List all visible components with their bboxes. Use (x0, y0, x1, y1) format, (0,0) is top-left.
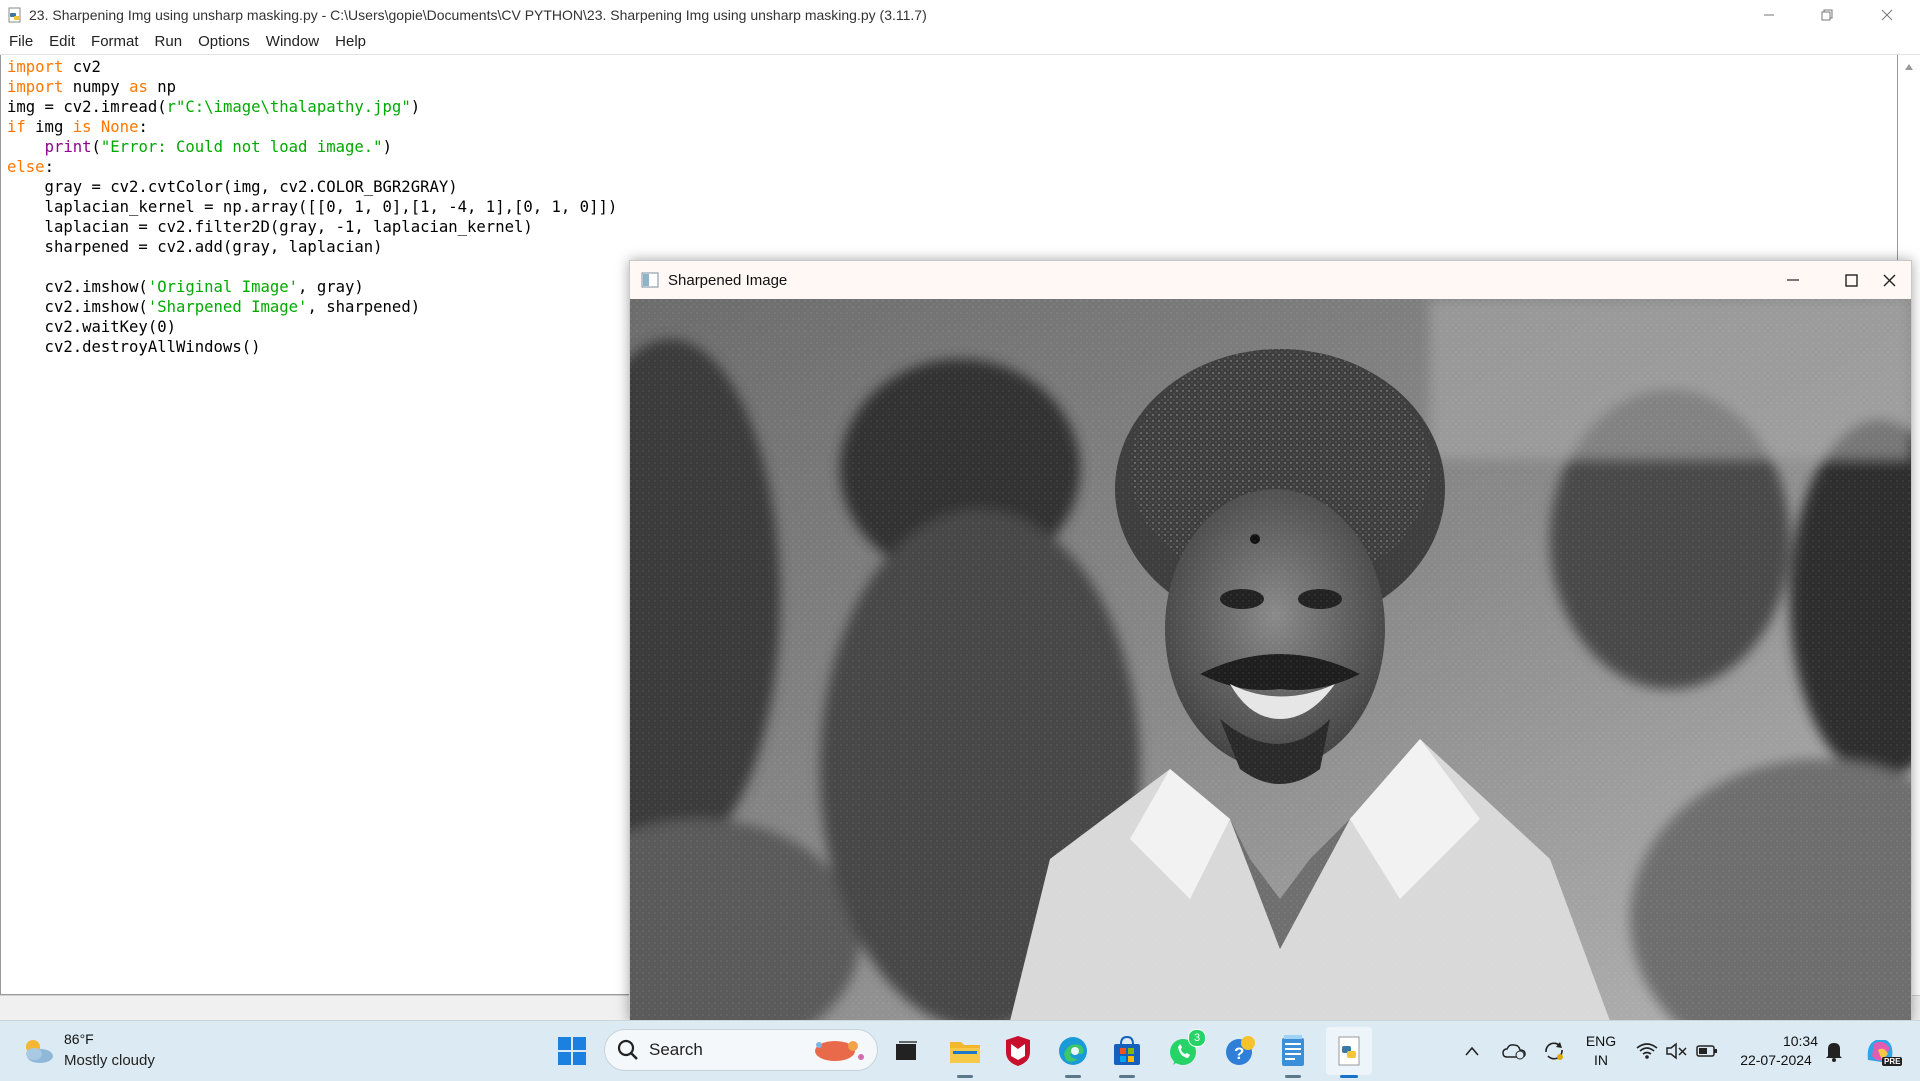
whatsapp-badge: 3 (1188, 1029, 1206, 1047)
microsoft-store-button[interactable] (1108, 1021, 1146, 1081)
onedrive-tray-button[interactable] (1500, 1021, 1528, 1081)
clock-date: 22-07-2024 (1740, 1052, 1812, 1068)
code-line[interactable]: else: (7, 158, 54, 176)
mcafee-shield-icon (1006, 1036, 1030, 1066)
wifi-icon (1636, 1043, 1658, 1059)
search-icon (617, 1039, 638, 1060)
wifi-button[interactable] (1634, 1021, 1660, 1081)
start-button[interactable] (552, 1021, 592, 1081)
speaker-muted-icon (1666, 1042, 1687, 1060)
menu-help[interactable]: Help (327, 33, 374, 50)
refresh-icon (1545, 1042, 1563, 1060)
code-line[interactable]: gray = cv2.cvtColor(img, cv2.COLOR_BGR2G… (7, 178, 458, 196)
menu-run[interactable]: Run (147, 33, 191, 50)
windows-logo-icon (558, 1037, 586, 1065)
photo-illustration (630, 299, 1911, 1021)
code-line[interactable]: cv2.waitKey(0) (7, 318, 176, 336)
task-view-icon (896, 1041, 917, 1060)
cv-titlebar[interactable]: Sharpened Image (630, 261, 1911, 299)
cv-close-button[interactable] (1860, 261, 1911, 299)
clock-time: 10:34 (1782, 1033, 1818, 1049)
code-line[interactable]: cv2.destroyAllWindows() (7, 338, 261, 356)
notepad-button[interactable] (1275, 1021, 1311, 1081)
notifications-button[interactable] (1822, 1021, 1846, 1081)
menu-file[interactable]: File (0, 33, 41, 50)
bell-icon (1826, 1043, 1842, 1062)
store-bag-icon (1114, 1036, 1140, 1065)
python-file-icon (8, 7, 21, 22)
search-placeholder: Search (649, 1040, 703, 1059)
idle-python-button[interactable] (1326, 1027, 1372, 1078)
code-line[interactable]: import cv2 (7, 58, 101, 76)
code-line[interactable]: if img is None: (7, 118, 148, 136)
chevron-up-icon (1465, 1046, 1479, 1056)
get-help-button[interactable]: ? (1220, 1021, 1260, 1081)
weather-widget[interactable] (18, 1021, 58, 1081)
menu-window[interactable]: Window (258, 33, 327, 50)
file-explorer-button[interactable] (945, 1021, 985, 1081)
code-line[interactable]: laplacian = cv2.filter2D(gray, -1, lapla… (7, 218, 533, 236)
search-highlight-icon (815, 1041, 864, 1061)
weather-temperature[interactable]: 86°F (64, 1031, 94, 1047)
language-region: IN (1594, 1052, 1608, 1068)
edge-icon (1059, 1037, 1087, 1065)
language-code: ENG (1585, 1033, 1617, 1049)
notepad-icon (1282, 1035, 1304, 1066)
code-line[interactable]: img = cv2.imread(r"C:\image\thalapathy.j… (7, 98, 420, 116)
battery-icon (1696, 1045, 1717, 1057)
menu-bar: File Edit Format Run Options Window Help (0, 29, 1920, 55)
window-app-icon (641, 272, 659, 288)
task-view-button[interactable] (890, 1021, 922, 1081)
close-icon (1881, 9, 1893, 20)
taskbar-search[interactable]: Search (604, 1029, 878, 1071)
volume-button[interactable] (1664, 1021, 1690, 1081)
opencv-image-window: Sharpened Image (629, 260, 1912, 1022)
code-text[interactable]: import cv2 import numpy as np img = cv2.… (7, 57, 617, 357)
folder-icon (950, 1042, 980, 1063)
language-indicator[interactable]: ENG IN (1578, 1021, 1624, 1081)
cv-window-title: Sharpened Image (668, 271, 788, 289)
minimize-icon (1764, 14, 1774, 15)
window-title: 23. Sharpening Img using unsharp masking… (29, 6, 927, 23)
show-hidden-icons-button[interactable] (1460, 1021, 1484, 1081)
cv-minimize-button[interactable] (1764, 261, 1822, 299)
menu-edit[interactable]: Edit (41, 33, 83, 50)
copilot-pre-badge: PRE (1882, 1057, 1903, 1066)
minimize-icon (1787, 279, 1799, 281)
maximize-icon (1844, 273, 1858, 287)
code-line[interactable]: cv2.imshow('Sharpened Image', sharpened) (7, 298, 421, 316)
sync-tray-button[interactable] (1540, 1021, 1568, 1081)
code-line[interactable]: sharpened = cv2.add(gray, laplacian) (7, 238, 383, 256)
code-line[interactable]: import numpy as np (7, 78, 176, 96)
code-line[interactable]: laplacian_kernel = np.array([[0, 1, 0],[… (7, 198, 618, 216)
close-button[interactable] (1858, 0, 1916, 29)
sharpened-grayscale-photo[interactable] (630, 299, 1911, 1021)
battery-button[interactable] (1694, 1021, 1720, 1081)
clock[interactable]: 10:34 22-07-2024 (1734, 1021, 1818, 1081)
help-icon: ? (1226, 1036, 1255, 1065)
restore-button[interactable] (1798, 0, 1856, 29)
whatsapp-button[interactable]: 3 (1164, 1021, 1206, 1081)
scroll-up-icon[interactable] (1898, 57, 1920, 77)
code-line[interactable]: cv2.imshow('Original Image', gray) (7, 278, 364, 296)
svg-text:?: ? (1234, 1044, 1244, 1063)
python-file-icon (1338, 1036, 1360, 1066)
copilot-button[interactable]: PRE (1862, 1021, 1903, 1081)
weather-description[interactable]: Mostly cloudy (64, 1052, 155, 1069)
taskbar: 86°F Mostly cloudy Search 3 ? ENG IN 10:… (0, 1020, 1920, 1081)
minimize-button[interactable] (1740, 0, 1798, 29)
restore-icon (1821, 9, 1833, 20)
idle-titlebar[interactable]: 23. Sharpening Img using unsharp masking… (0, 0, 1920, 29)
cloud-sync-icon (1502, 1044, 1526, 1060)
close-icon (1883, 274, 1895, 286)
code-line[interactable]: print("Error: Could not load image.") (7, 138, 392, 156)
edge-browser-button[interactable] (1054, 1021, 1092, 1081)
menu-options[interactable]: Options (190, 33, 258, 50)
cloudy-weather-icon (26, 1040, 53, 1063)
menu-format[interactable]: Format (83, 33, 147, 50)
mcafee-button[interactable] (1000, 1021, 1036, 1081)
